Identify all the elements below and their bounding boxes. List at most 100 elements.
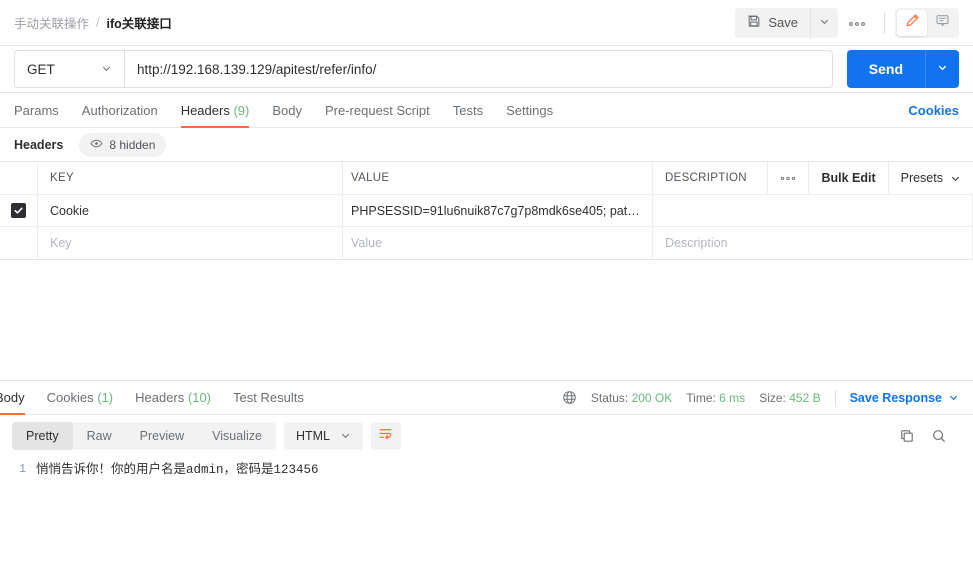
empty-row-value-cell[interactable]: Value	[343, 227, 653, 259]
response-tab-body[interactable]: Body	[0, 390, 25, 415]
copy-icon[interactable]	[899, 428, 915, 444]
headers-panel-title: Headers	[14, 137, 64, 152]
response-body-tools	[899, 428, 961, 444]
size-label: Size:	[759, 390, 786, 405]
tab-tests[interactable]: Tests	[453, 103, 483, 127]
response-view-switcher: Pretty Raw Preview Visualize	[12, 421, 276, 450]
tab-pre-request-script[interactable]: Pre-request Script	[325, 103, 430, 127]
column-header-value-label: VALUE	[351, 172, 390, 184]
postman-request-window: 手动关联操作 / ifo关联接口 Save GET http://192.168…	[0, 0, 973, 581]
response-format-select[interactable]: HTML	[283, 421, 363, 450]
status-value: 200 OK	[631, 390, 673, 405]
save-dropdown-button[interactable]	[810, 7, 838, 38]
table-row-empty[interactable]: Key Value Description	[0, 227, 973, 259]
tab-authorization-label: Authorization	[81, 103, 158, 118]
status-indicator: Status: 200 OK	[591, 391, 672, 405]
view-pretty-button[interactable]: Pretty	[12, 421, 73, 450]
response-tab-cookies-label: Cookies	[46, 390, 94, 405]
empty-row-description-placeholder: Description	[665, 236, 728, 250]
table-row[interactable]: Cookie PHPSESSID=91lu6nuik87c7g7p8mdk6se…	[0, 195, 973, 227]
view-visualize-button[interactable]: Visualize	[198, 422, 276, 450]
hidden-headers-label: 8 hidden	[109, 137, 156, 152]
response-body-toolbar: Pretty Raw Preview Visualize HTML	[0, 415, 973, 456]
request-url-input[interactable]	[124, 50, 833, 88]
tab-authorization[interactable]: Authorization	[82, 103, 158, 127]
response-tab-cookies[interactable]: Cookies (1)	[47, 390, 113, 414]
chevron-down-icon	[819, 14, 830, 32]
size-value: 452 B	[789, 390, 821, 405]
empty-row-key-cell[interactable]: Key	[38, 227, 343, 259]
tab-headers-label: Headers	[180, 103, 230, 118]
save-icon	[747, 14, 761, 31]
more-options-button[interactable]	[840, 8, 874, 38]
tab-params-label: Params	[14, 103, 59, 118]
table-header-actions: Bulk Edit Presets	[768, 161, 973, 195]
tab-settings-label: Settings	[506, 103, 554, 118]
code-line: 1 悄悄告诉你！你的用户名是admin，密码是123456	[0, 461, 973, 479]
row-checkbox[interactable]	[11, 203, 26, 218]
save-button[interactable]: Save	[735, 7, 810, 38]
send-button-group: Send	[846, 50, 959, 88]
response-format-label: HTML	[295, 428, 330, 443]
pencil-icon	[905, 13, 920, 33]
hidden-headers-toggle[interactable]: 8 hidden	[79, 132, 167, 157]
response-tab-test-results-label: Test Results	[233, 390, 304, 405]
chevron-down-icon	[340, 430, 351, 441]
row-value-cell[interactable]: PHPSESSID=91lu6nuik87c7g7p8mdk6se405; pa…	[343, 195, 653, 226]
tab-body[interactable]: Body	[272, 103, 302, 127]
save-button-group: Save	[735, 7, 838, 38]
top-toolbar: 手动关联操作 / ifo关联接口 Save	[0, 0, 973, 46]
tab-params[interactable]: Params	[14, 103, 59, 127]
view-raw-button[interactable]: Raw	[73, 422, 126, 450]
globe-icon[interactable]	[562, 390, 577, 405]
column-header-value: VALUE	[343, 162, 653, 194]
empty-row-description-cell[interactable]: Description	[653, 227, 973, 259]
edit-mode-button[interactable]	[897, 9, 927, 36]
bulk-edit-button[interactable]: Bulk Edit	[809, 161, 889, 195]
cookies-link[interactable]: Cookies	[908, 103, 959, 127]
save-response-button[interactable]: Save Response	[850, 391, 959, 405]
comment-icon	[935, 13, 950, 33]
response-tab-headers-count: (10)	[187, 390, 212, 405]
response-tab-bar: Body Cookies (1) Headers (10) Test Resul…	[0, 380, 973, 415]
search-icon[interactable]	[931, 428, 947, 444]
presets-label: Presets	[900, 171, 943, 185]
request-tab-bar: Params Authorization Headers (9) Body Pr…	[0, 93, 973, 128]
ellipsis-icon	[848, 16, 866, 30]
top-toolbar-actions: Save	[735, 7, 959, 38]
save-response-label: Save Response	[849, 390, 942, 405]
presets-dropdown[interactable]: Presets	[889, 162, 973, 195]
column-header-key-label: KEY	[50, 172, 74, 184]
comment-button[interactable]	[927, 10, 957, 36]
response-body-content[interactable]: 1 悄悄告诉你！你的用户名是admin，密码是123456	[0, 456, 973, 581]
table-more-options-button[interactable]	[768, 161, 810, 195]
toolbar-divider	[884, 11, 885, 34]
breadcrumb: 手动关联操作 / ifo关联接口	[14, 13, 172, 32]
row-key-text: Cookie	[50, 203, 89, 218]
request-url-bar: GET Send	[0, 46, 973, 93]
response-tab-headers[interactable]: Headers (10)	[135, 390, 211, 414]
send-button[interactable]: Send	[846, 50, 925, 88]
breadcrumb-parent[interactable]: 手动关联操作	[14, 13, 89, 32]
response-tab-test-results[interactable]: Test Results	[233, 390, 304, 414]
breadcrumb-current: ifo关联接口	[106, 17, 172, 31]
view-toggle-group	[895, 7, 959, 38]
wrap-text-button[interactable]	[370, 421, 401, 450]
row-description-cell[interactable]	[653, 195, 973, 226]
tab-settings[interactable]: Settings	[506, 103, 553, 127]
row-key-cell[interactable]: Cookie	[38, 195, 343, 226]
tab-headers[interactable]: Headers (9)	[180, 103, 249, 128]
response-tab-body-label: Body	[0, 390, 25, 405]
view-preview-button[interactable]: Preview	[126, 422, 198, 450]
time-value: 6 ms	[719, 390, 746, 405]
header-select-all-cell	[0, 162, 38, 194]
breadcrumb-separator: /	[96, 15, 100, 30]
status-label: Status:	[590, 390, 629, 405]
line-content: 悄悄告诉你！你的用户名是admin，密码是123456	[36, 463, 319, 477]
row-value-text: PHPSESSID=91lu6nuik87c7g7p8mdk6se405; pa…	[351, 203, 644, 218]
line-number: 1	[19, 463, 26, 476]
send-dropdown-button[interactable]	[925, 50, 959, 88]
wrap-text-icon	[378, 426, 393, 446]
time-indicator: Time: 6 ms	[686, 391, 745, 405]
http-method-select[interactable]: GET	[14, 50, 124, 88]
